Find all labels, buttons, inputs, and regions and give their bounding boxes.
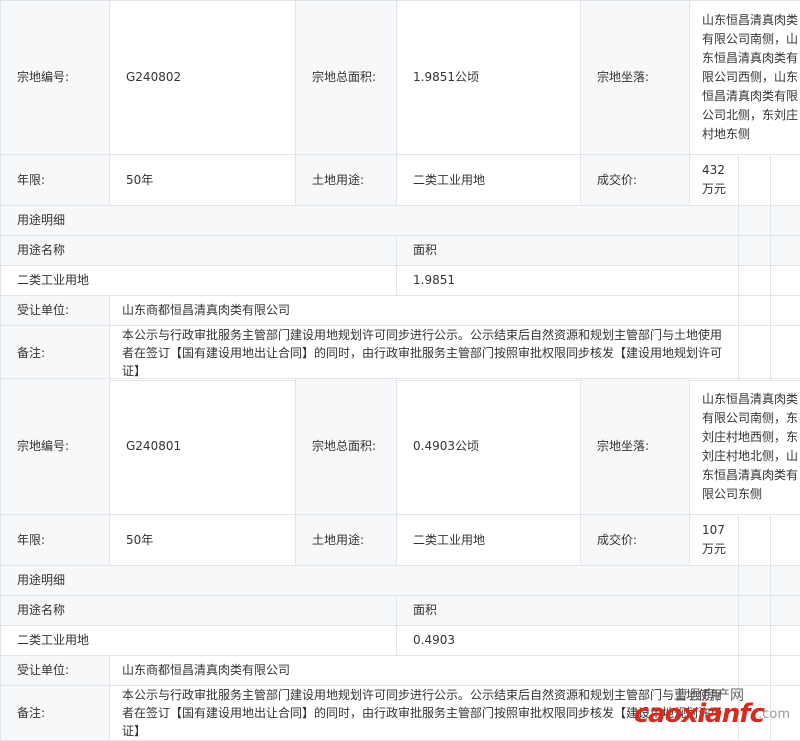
empty-cell: [771, 206, 800, 236]
usage-value: 二类工业用地: [397, 155, 581, 206]
detail-area-header: 面积: [397, 236, 739, 266]
empty-cell: [739, 266, 771, 296]
empty-cell: [771, 566, 800, 596]
site-watermark: 曹县房产网 caoxianfc .com: [590, 685, 790, 731]
price-label: 成交价:: [581, 515, 690, 566]
remark-row: 备注: 本公示与行政审批服务主管部门建设用地规划许可同步进行公示。公示结束后自然…: [1, 326, 800, 381]
parcel-main-row: 宗地编号: G240801 宗地总面积: 0.4903公顷 宗地坐落: 山东恒昌…: [1, 379, 800, 515]
detail-title: 用途明细: [1, 566, 739, 596]
empty-cell: [771, 515, 800, 566]
detail-title-row: 用途明细: [1, 566, 800, 596]
empty-cell: [739, 206, 771, 236]
empty-cell: [739, 515, 771, 566]
grantee-value: 山东商都恒昌清真肉类有限公司: [110, 296, 739, 326]
empty-cell: [739, 155, 771, 206]
detail-name-header: 用途名称: [1, 236, 397, 266]
detail-name-header: 用途名称: [1, 596, 397, 626]
parcel-no-value: G240801: [110, 379, 296, 515]
area-label: 宗地总面积:: [296, 1, 397, 155]
detail-area: 1.9851: [397, 266, 739, 296]
term-value: 50年: [110, 155, 296, 206]
usage-label: 土地用途:: [296, 515, 397, 566]
empty-cell: [739, 626, 771, 656]
empty-cell: [739, 566, 771, 596]
usage-label: 土地用途:: [296, 155, 397, 206]
empty-cell: [771, 326, 800, 381]
parcel-term-row: 年限: 50年 土地用途: 二类工业用地 成交价: 432万元: [1, 155, 800, 206]
location-value: 山东恒昌清真肉类有限公司南侧，山东恒昌清真肉类有限公司西侧，山东恒昌清真肉类有限…: [690, 1, 800, 155]
detail-title-row: 用途明细: [1, 206, 800, 236]
grantee-value: 山东商都恒昌清真肉类有限公司: [110, 656, 739, 686]
empty-cell: [739, 596, 771, 626]
location-value: 山东恒昌清真肉类有限公司南侧，东刘庄村地西侧，东刘庄村地北侧，山东恒昌清真肉类有…: [690, 379, 800, 515]
grantee-label: 受让单位:: [1, 296, 110, 326]
term-label: 年限:: [1, 155, 110, 206]
parcel-no-label: 宗地编号:: [1, 1, 110, 155]
watermark-brand: caoxianfc: [634, 699, 764, 729]
location-label: 宗地坐落:: [581, 379, 690, 515]
empty-cell: [771, 296, 800, 326]
parcel-no-label: 宗地编号:: [1, 379, 110, 515]
grantee-label: 受让单位:: [1, 656, 110, 686]
detail-name: 二类工业用地: [1, 626, 397, 656]
area-value: 1.9851公顷: [397, 1, 581, 155]
detail-header-row: 用途名称 面积: [1, 596, 800, 626]
detail-data-row: 二类工业用地 0.4903: [1, 626, 800, 656]
term-label: 年限:: [1, 515, 110, 566]
grantee-row: 受让单位: 山东商都恒昌清真肉类有限公司: [1, 296, 800, 326]
detail-data-row: 二类工业用地 1.9851: [1, 266, 800, 296]
price-value: 432万元: [690, 155, 739, 206]
parcel-main-row: 宗地编号: G240802 宗地总面积: 1.9851公顷 宗地坐落: 山东恒昌…: [1, 1, 800, 155]
price-label: 成交价:: [581, 155, 690, 206]
area-label: 宗地总面积:: [296, 379, 397, 515]
empty-cell: [739, 296, 771, 326]
parcel-no-value: G240802: [110, 1, 296, 155]
term-value: 50年: [110, 515, 296, 566]
grantee-row: 受让单位: 山东商都恒昌清真肉类有限公司: [1, 656, 800, 686]
parcel-term-row: 年限: 50年 土地用途: 二类工业用地 成交价: 107万元: [1, 515, 800, 566]
empty-cell: [739, 656, 771, 686]
empty-cell: [771, 266, 800, 296]
empty-cell: [771, 155, 800, 206]
detail-area: 0.4903: [397, 626, 739, 656]
detail-name: 二类工业用地: [1, 266, 397, 296]
detail-header-row: 用途名称 面积: [1, 236, 800, 266]
parcel-table-1: 宗地编号: G240802 宗地总面积: 1.9851公顷 宗地坐落: 山东恒昌…: [0, 0, 800, 381]
empty-cell: [739, 326, 771, 381]
remark-label: 备注:: [1, 326, 110, 381]
empty-cell: [739, 236, 771, 266]
empty-cell: [771, 596, 800, 626]
remark-value: 本公示与行政审批服务主管部门建设用地规划许可同步进行公示。公示结束后自然资源和规…: [110, 326, 739, 381]
empty-cell: [771, 656, 800, 686]
detail-area-header: 面积: [397, 596, 739, 626]
area-value: 0.4903公顷: [397, 379, 581, 515]
detail-title: 用途明细: [1, 206, 739, 236]
usage-value: 二类工业用地: [397, 515, 581, 566]
empty-cell: [771, 236, 800, 266]
empty-cell: [771, 626, 800, 656]
price-value: 107万元: [690, 515, 739, 566]
location-label: 宗地坐落:: [581, 1, 690, 155]
remark-label: 备注:: [1, 686, 110, 741]
watermark-suffix: .com: [758, 707, 790, 722]
